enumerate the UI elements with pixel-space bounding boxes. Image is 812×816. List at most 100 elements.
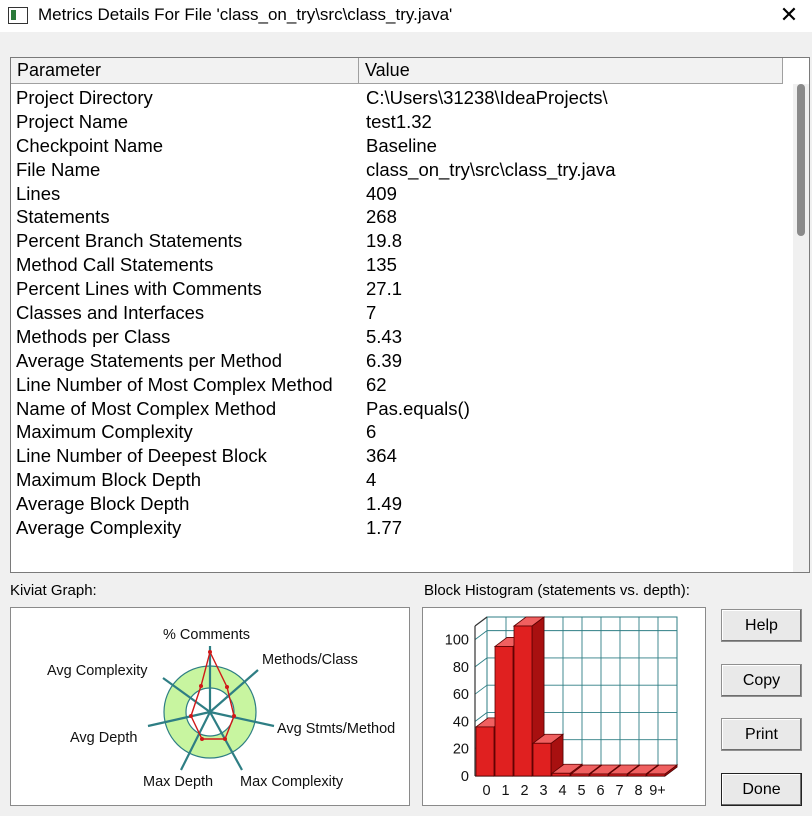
x-tick-label: 8 <box>634 783 642 799</box>
x-tick-label: 1 <box>501 783 509 799</box>
value-cell: 62 <box>366 373 387 395</box>
parameter-cell: Percent Lines with Comments <box>16 278 262 300</box>
parameter-cell: Method Call Statements <box>16 254 214 276</box>
y-tick-label: 60 <box>453 687 469 703</box>
value-cell: 409 <box>366 182 397 204</box>
marker-methods-class <box>225 685 229 689</box>
marker-avg-complexity <box>199 684 203 688</box>
histogram-x-axis: 0 1 2 3 4 5 6 7 8 9+ <box>482 783 665 799</box>
parameter-cell: File Name <box>16 158 101 180</box>
x-tick-label: 5 <box>577 783 585 799</box>
bar-front <box>589 773 609 777</box>
parameter-cell: Checkpoint Name <box>16 134 164 156</box>
table-row[interactable]: Statements 268 <box>11 205 783 229</box>
value-cell: C:\Users\31238\IdeaProjects\ <box>366 87 608 108</box>
value-cell: Baseline <box>366 134 437 156</box>
x-tick-label: 7 <box>615 783 623 799</box>
close-button[interactable]: ✕ <box>766 0 812 32</box>
axis-label-comments: % Comments <box>163 627 250 643</box>
table-row[interactable]: Name of Most Complex Method Pas.equals() <box>11 397 783 421</box>
table-row[interactable]: Average Complexity 1.77 <box>11 516 783 540</box>
value-cell: 268 <box>366 206 397 228</box>
value-cell: 6 <box>366 421 377 443</box>
value-cell: 27.1 <box>366 278 403 300</box>
gridline-side <box>474 630 488 640</box>
parameter-cell: Average Block Depth <box>16 493 190 515</box>
kiviat-svg: % Comments Methods/Class Avg Stmts/Metho… <box>47 627 395 790</box>
table-row[interactable]: File Name class_on_try\src\class_try.java <box>11 158 783 182</box>
parameter-cell: Percent Branch Statements <box>16 230 243 252</box>
parameter-cell: Methods per Class <box>16 325 171 347</box>
bar-front <box>494 646 514 777</box>
column-header-value[interactable]: Value <box>359 58 783 83</box>
table-row[interactable]: Percent Branch Statements 19.8 <box>11 229 783 253</box>
value-cell: 4 <box>366 469 377 491</box>
axis-label-avg-complexity: Avg Complexity <box>47 663 148 679</box>
table-row[interactable]: Percent Lines with Comments 27.1 <box>11 277 783 301</box>
block-histogram-label: Block Histogram (statements vs. depth): <box>424 582 690 599</box>
gridline-side <box>474 657 488 668</box>
value-cell: 6.39 <box>366 349 403 371</box>
marker-max-complexity <box>223 737 227 741</box>
table-row[interactable]: Classes and Interfaces 7 <box>11 301 783 325</box>
table-row[interactable]: Line Number of Most Complex Method 62 <box>11 373 783 397</box>
bar-front <box>646 773 666 777</box>
table-row[interactable]: Line Number of Deepest Block 364 <box>11 444 783 468</box>
column-header-parameter[interactable]: Parameter <box>11 58 359 83</box>
axis-label-methods-class: Methods/Class <box>262 652 358 668</box>
bar-front <box>513 625 533 777</box>
y-tick-label: 40 <box>453 714 469 730</box>
parameter-cell: Line Number of Most Complex Method <box>16 373 333 395</box>
value-cell: 1.77 <box>366 517 403 539</box>
table-header: Parameter Value <box>11 58 783 84</box>
x-tick-label: 4 <box>558 783 566 799</box>
parameter-cell: Statements <box>16 206 110 228</box>
table-row[interactable]: Lines 409 <box>11 182 783 206</box>
table-row[interactable]: Methods per Class 5.43 <box>11 325 783 349</box>
gridline-side <box>474 684 488 695</box>
y-tick-label: 0 <box>461 769 469 785</box>
axis-label-max-complexity: Max Complexity <box>240 774 344 790</box>
marker-avg-depth <box>189 714 193 718</box>
window-title: Metrics Details For File 'class_on_try\s… <box>38 5 453 24</box>
block-histogram: 0 20 40 60 80 100 0 1 2 3 4 5 6 7 8 9+ <box>422 607 706 806</box>
parameter-cell: Line Number of Deepest Block <box>16 445 267 467</box>
print-button[interactable]: Print <box>721 718 802 751</box>
value-cell: 364 <box>366 445 397 467</box>
table-row[interactable]: Maximum Complexity 6 <box>11 420 783 444</box>
x-tick-label: 9+ <box>649 783 666 799</box>
value-cell: Pas.equals() <box>366 397 470 419</box>
parameter-cell: Maximum Block Depth <box>16 469 202 491</box>
value-cell: 1.49 <box>366 493 403 515</box>
value-cell: 5.43 <box>366 325 403 347</box>
table-row[interactable]: Project Name test1.32 <box>11 110 783 134</box>
table-body: Project Directory C:\Users\31238\IdeaProj… <box>11 86 783 540</box>
kiviat-graph-label: Kiviat Graph: <box>10 582 97 599</box>
axis-label-avg-depth: Avg Depth <box>70 730 137 746</box>
x-tick-label: 2 <box>520 783 528 799</box>
table-row[interactable]: Average Statements per Method 6.39 <box>11 349 783 373</box>
bar-front <box>475 726 495 777</box>
table-row[interactable]: Method Call Statements 135 <box>11 253 783 277</box>
copy-button[interactable]: Copy <box>721 664 802 697</box>
axis-label-avg-stmts: Avg Stmts/Method <box>277 721 395 737</box>
title-bar: Metrics Details For File 'class_on_try\s… <box>0 0 812 32</box>
table-row[interactable]: Maximum Block Depth 4 <box>11 468 783 492</box>
value-cell: 7 <box>366 302 377 324</box>
done-button[interactable]: Done <box>721 773 802 806</box>
table-row[interactable]: Project Directory C:\Users\31238\IdeaProj… <box>11 86 783 110</box>
marker-comments <box>208 650 212 654</box>
help-button[interactable]: Help <box>721 609 802 642</box>
kiviat-graph: % Comments Methods/Class Avg Stmts/Metho… <box>10 607 410 806</box>
table-row[interactable]: Average Block Depth 1.49 <box>11 492 783 516</box>
table-row[interactable]: Checkpoint Name Baseline <box>11 134 783 158</box>
x-tick-label: 0 <box>482 783 490 799</box>
vertical-scrollbar[interactable] <box>793 84 809 572</box>
value-cell: class_on_try\src\class_try.java <box>366 158 616 180</box>
scrollbar-thumb[interactable] <box>797 84 805 236</box>
parameter-cell: Maximum Complexity <box>16 421 193 443</box>
metrics-table: Parameter Value Project Directory C:\User… <box>10 57 810 573</box>
bar-front <box>608 773 628 777</box>
app-window-icon <box>8 7 28 24</box>
y-tick-label: 20 <box>453 742 469 758</box>
